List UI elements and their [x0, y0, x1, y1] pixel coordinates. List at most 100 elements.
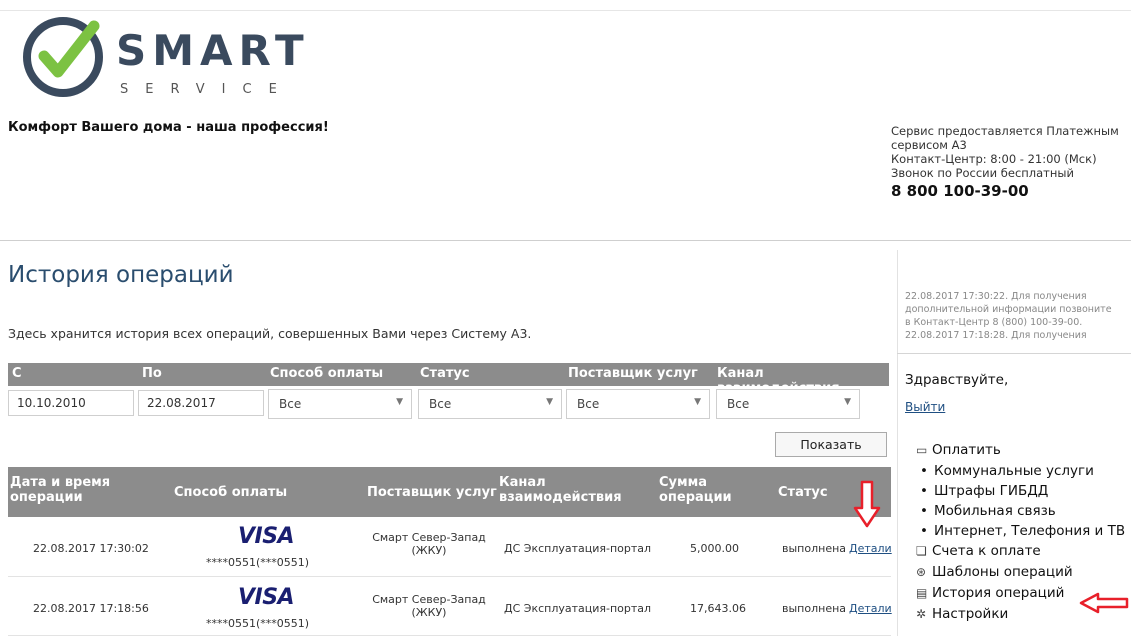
bullet-icon: • — [920, 463, 928, 479]
info-line: Звонок по России бесплатный — [891, 166, 1074, 180]
support-phone: 8 800 100-39-00 — [891, 182, 1029, 200]
annotation-arrow-down-icon — [853, 480, 881, 528]
notification-list: 22.08.2017 17:30:22. Для получения допол… — [905, 290, 1127, 342]
page-title: История операций — [8, 262, 234, 288]
column-header-amount[interactable]: Сумма операции — [659, 475, 732, 505]
bullet-icon: • — [920, 503, 928, 519]
sidebar-divider — [897, 250, 898, 636]
info-line: Сервис предоставляется Платежным — [891, 124, 1119, 138]
channel-value: Все — [727, 397, 750, 411]
info-line: сервисом А3 — [891, 138, 967, 152]
header-divider — [0, 240, 1131, 241]
filter-header: С По Способ оплаты Статус Поставщик услу… — [8, 363, 889, 396]
provider-value: Все — [577, 397, 600, 411]
sidebar-item-label: Интернет, Телефония и ТВ — [934, 523, 1126, 539]
notification-line: дополнительной информации позвоните — [905, 304, 1112, 315]
row-provider-line: Смарт Север-Запад — [372, 531, 486, 544]
logo-checkmark-icon — [23, 17, 103, 97]
row-datetime: 22.08.2017 17:30:02 — [33, 542, 149, 555]
filter-label-to: По — [142, 366, 162, 381]
row-status: выполнена — [782, 602, 847, 615]
sidebar-item-label: Оплатить — [932, 442, 1001, 458]
logout-link[interactable]: Выйти — [905, 400, 945, 414]
chevron-down-icon: ▼ — [396, 397, 403, 407]
column-header-text: операции — [10, 490, 83, 505]
info-line: Контакт-Центр: 8:00 - 21:00 (Мск) — [891, 152, 1097, 166]
star-box-icon: ⊛ — [916, 565, 927, 579]
channel-select[interactable]: Все ▼ — [716, 389, 860, 419]
visa-logo: VISA — [238, 524, 295, 549]
chevron-down-icon: ▼ — [694, 397, 701, 407]
row-card-number: ****0551(***0551) — [206, 556, 310, 569]
notification-line: 22.08.2017 17:30:22. Для получения — [905, 291, 1087, 302]
provider-select[interactable]: Все ▼ — [566, 389, 710, 419]
row-details-link[interactable]: Детали — [849, 542, 892, 555]
row-status: выполнена — [782, 542, 847, 555]
table-header: Дата и время операции Способ оплаты Пост… — [8, 467, 891, 517]
column-header-datetime[interactable]: Дата и время операции — [10, 475, 110, 505]
smart-service-logo[interactable]: SMART SERVICE — [8, 12, 328, 102]
column-header-channel[interactable]: Канал взаимодействия — [499, 475, 622, 505]
wallet-icon: ▭ — [916, 443, 928, 457]
payment-method-value: Все — [279, 397, 302, 411]
top-divider — [0, 10, 1131, 11]
sidebar-subitem-internet[interactable]: • Интернет, Телефония и ТВ — [916, 521, 1131, 541]
notification-line: 22.08.2017 17:18:28. Для получения — [905, 330, 1087, 341]
table-row: 22.08.2017 17:30:02 VISA ****0551(***055… — [8, 518, 892, 577]
sidebar-item-label: Мобильная связь — [934, 503, 1056, 519]
row-details-link[interactable]: Детали — [849, 602, 892, 615]
filter-label-from: С — [12, 366, 22, 381]
tagline: Комфорт Вашего дома - наша профессия! — [8, 120, 329, 135]
history-list-icon: ▤ — [916, 586, 928, 600]
row-channel: ДС Эксплуатация-портал — [504, 542, 652, 555]
column-header-text: Сумма — [659, 475, 708, 490]
row-card-number: ****0551(***0551) — [206, 617, 310, 630]
column-header-text: Канал — [499, 475, 546, 490]
bullet-icon: • — [920, 523, 928, 539]
column-header-provider[interactable]: Поставщик услуг — [367, 485, 497, 500]
column-header-status[interactable]: Статус — [778, 485, 828, 500]
logo-wordmark: SMART — [116, 26, 310, 75]
date-to-input[interactable]: 22.08.2017 — [138, 390, 264, 416]
greeting: Здравствуйте, — [905, 372, 1009, 388]
row-amount: 17,643.06 — [690, 602, 746, 615]
row-datetime: 22.08.2017 17:18:56 — [33, 602, 149, 615]
sidebar-divider-line — [897, 353, 1131, 354]
sidebar-item-pay[interactable]: ▭ Оплатить — [916, 440, 1131, 461]
sidebar-item-label: История операций — [932, 585, 1065, 601]
row-provider-line: (ЖКУ) — [411, 606, 447, 619]
logo-subtitle: SERVICE — [120, 82, 294, 97]
visa-logo: VISA — [238, 585, 295, 610]
sidebar-item-templates[interactable]: ⊛ Шаблоны операций — [916, 562, 1131, 583]
sidebar-subitem-fines[interactable]: • Штрафы ГИБДД — [916, 481, 1131, 501]
notification-line: в Контакт-Центр 8 (800) 100-39-00. — [905, 317, 1083, 328]
column-header-text: Дата и время — [10, 475, 111, 490]
sidebar-item-label: Коммунальные услуги — [934, 463, 1094, 479]
chevron-down-icon: ▼ — [546, 397, 553, 407]
table-row: 22.08.2017 17:18:56 VISA ****0551(***055… — [8, 577, 892, 636]
payment-method-select[interactable]: Все ▼ — [268, 389, 412, 419]
sidebar-item-label: Шаблоны операций — [932, 564, 1073, 580]
bullet-icon: • — [920, 483, 928, 499]
sidebar-subitem-mobile[interactable]: • Мобильная связь — [916, 501, 1131, 521]
sidebar-subitem-utilities[interactable]: • Коммунальные услуги — [916, 461, 1131, 481]
row-channel: ДС Эксплуатация-портал — [504, 602, 652, 615]
sidebar-item-label: Настройки — [932, 606, 1009, 622]
service-info: Сервис предоставляется Платежным сервисо… — [891, 124, 1131, 200]
sidebar-item-bills[interactable]: ❏ Счета к оплате — [916, 541, 1131, 562]
row-amount: 5,000.00 — [690, 542, 739, 555]
show-button[interactable]: Показать — [775, 432, 887, 457]
chevron-down-icon: ▼ — [844, 397, 851, 407]
filter-label-status: Статус — [420, 366, 470, 381]
filter-label-provider: Поставщик услуг — [568, 366, 698, 381]
status-select[interactable]: Все ▼ — [418, 389, 562, 419]
column-header-method[interactable]: Способ оплаты — [174, 485, 287, 500]
column-header-text: операции — [659, 490, 732, 505]
date-from-input[interactable]: 10.10.2010 — [8, 390, 134, 416]
row-provider: Смарт Север-Запад (ЖКУ) — [364, 593, 494, 619]
copy-icon: ❏ — [916, 544, 927, 558]
row-provider: Смарт Север-Запад (ЖКУ) — [364, 531, 494, 557]
sidebar-item-label: Счета к оплате — [932, 543, 1041, 559]
annotation-arrow-left-icon — [1079, 592, 1129, 614]
status-value: Все — [429, 397, 452, 411]
